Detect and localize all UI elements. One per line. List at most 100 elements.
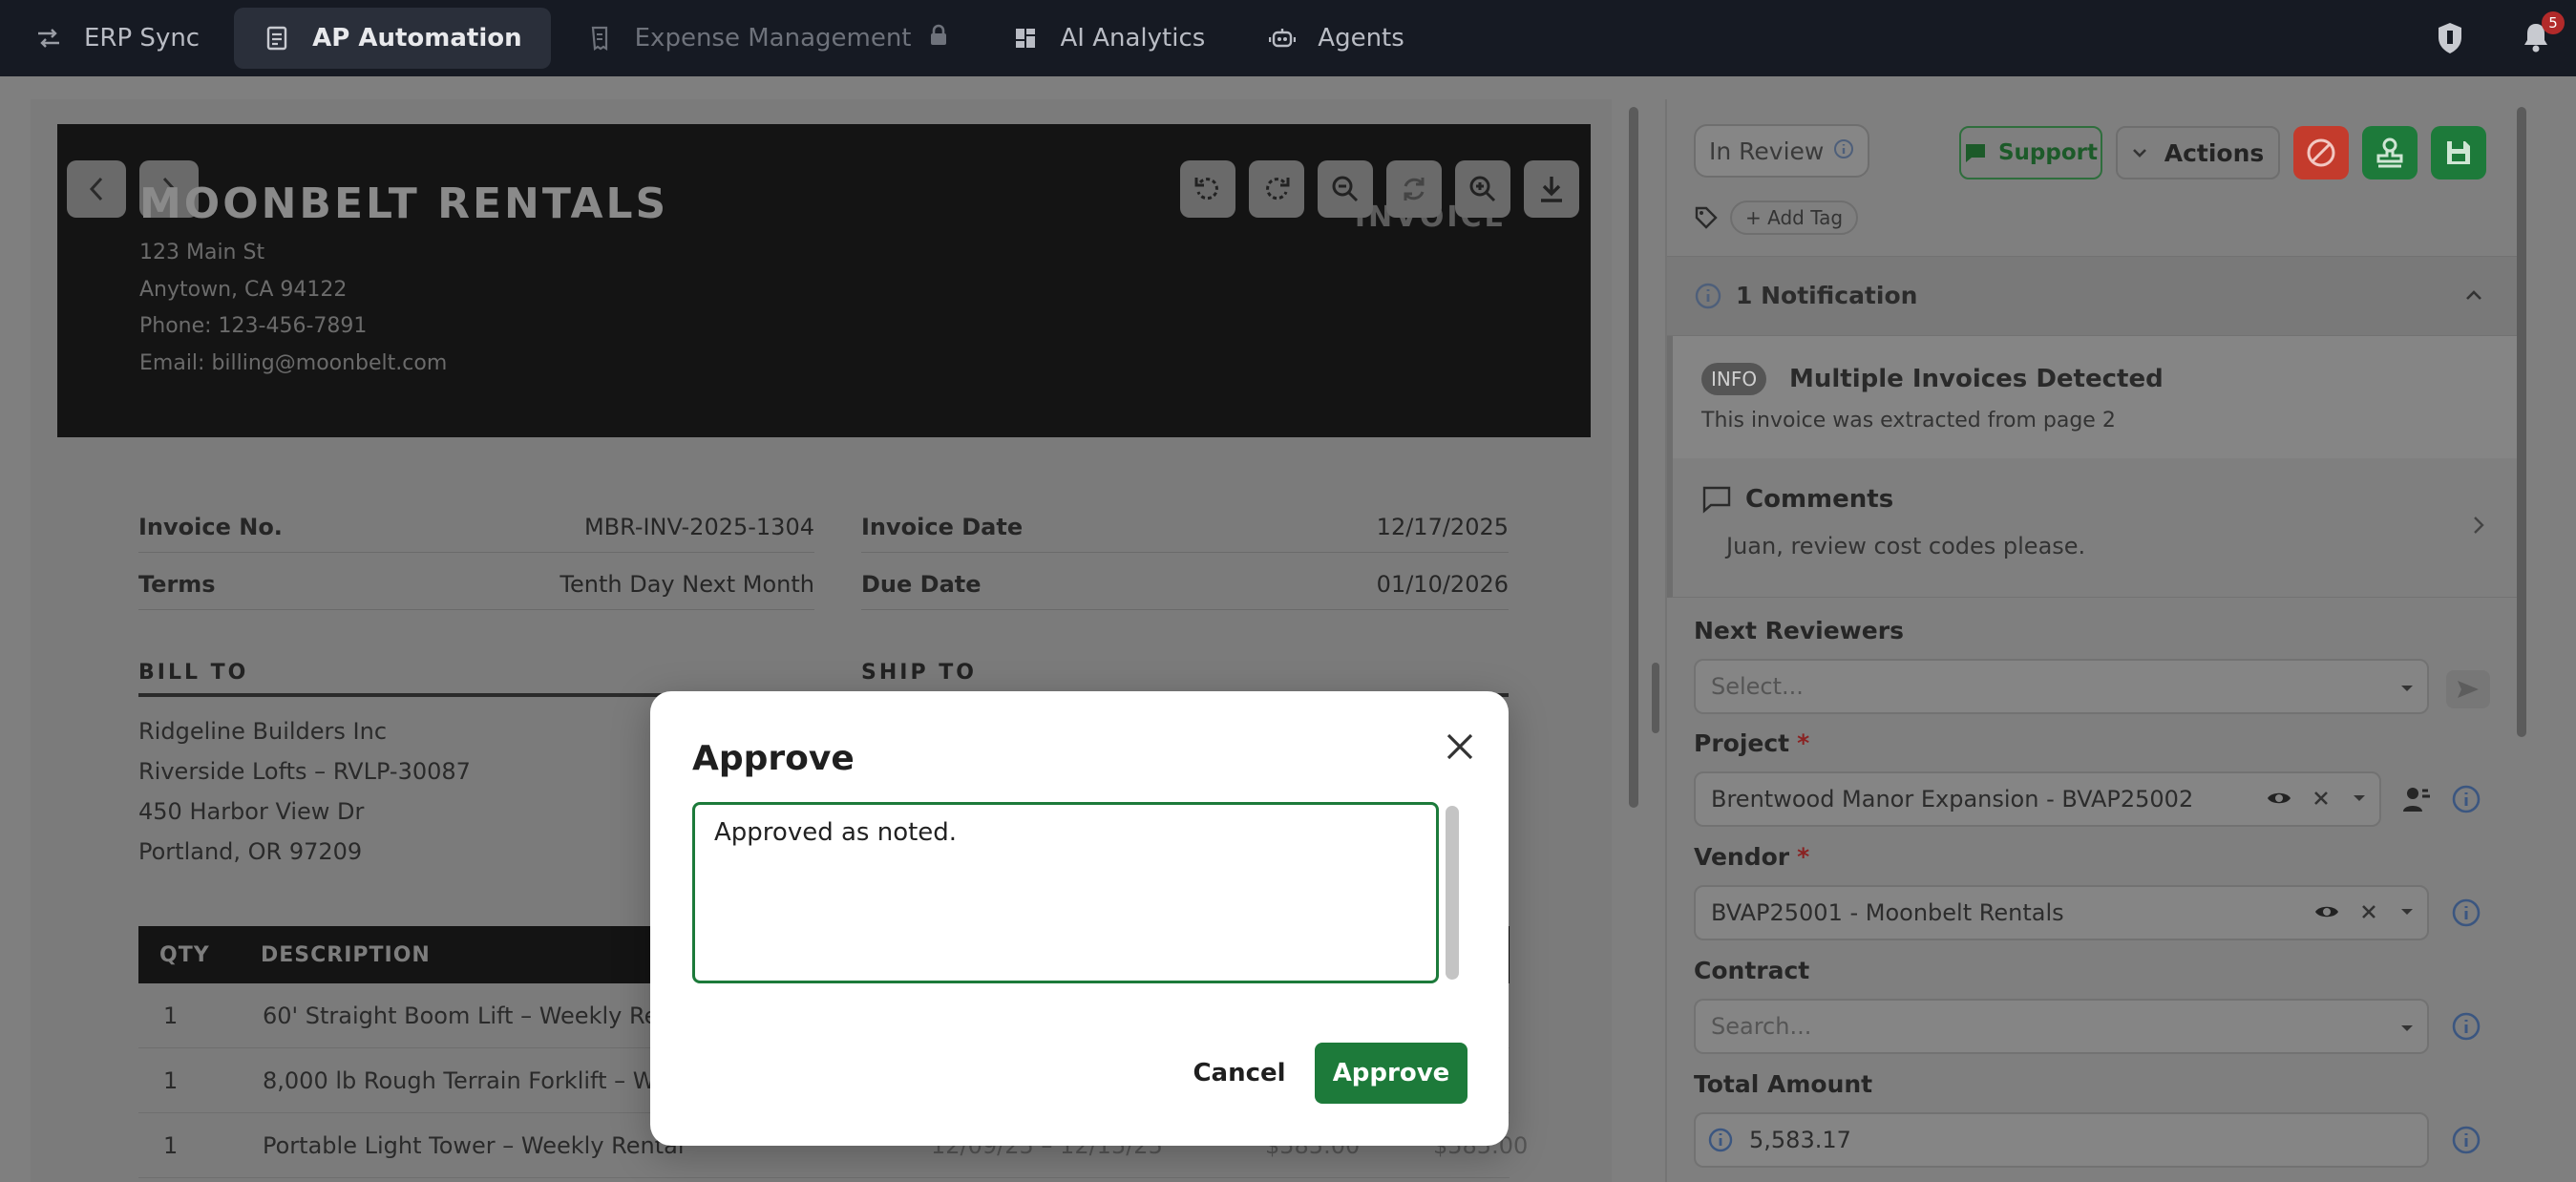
assign-user-icon[interactable] [2402, 783, 2435, 815]
zoom-out-icon [1332, 176, 1359, 202]
eye-icon[interactable] [2267, 789, 2291, 808]
notification-text: This invoice was extracted from page 2 [1701, 409, 2116, 433]
nav-tab-ai-analytics[interactable]: AI Analytics [982, 8, 1235, 69]
receipt-icon [585, 24, 614, 53]
send-icon [2458, 681, 2479, 698]
close-button[interactable] [1439, 726, 1481, 768]
approve-stamp-button[interactable] [2362, 126, 2418, 179]
vendor-info-icon[interactable] [2450, 897, 2482, 929]
caret-down-icon [2401, 686, 2413, 691]
vendor-select[interactable]: BVAP25001 - Moonbelt Rentals [1694, 885, 2429, 940]
send-to-reviewer-button[interactable] [2446, 670, 2490, 708]
next-reviewers-select[interactable]: Select... [1694, 659, 2429, 714]
zoom-out-button[interactable] [1318, 160, 1373, 218]
pane-resize-handle[interactable] [1652, 663, 1659, 733]
nav-tab-label: Agents [1318, 24, 1404, 53]
block-icon [2307, 138, 2335, 167]
chevron-right-icon [2474, 517, 2484, 534]
next-reviewers-label: Next Reviewers [1694, 617, 1904, 644]
ship-to-heading: SHIP TO [861, 661, 977, 685]
total-amount-label: Total Amount [1694, 1070, 1873, 1098]
contract-label: Contract [1694, 957, 1810, 984]
tag-row: + Add Tag [1694, 201, 1859, 235]
total-amount-field[interactable]: 5,583.17 [1694, 1112, 2429, 1168]
due-date-label: Due Date [861, 571, 982, 598]
approval-comment-input[interactable] [692, 802, 1439, 983]
shield-icon[interactable] [2435, 21, 2469, 55]
nav-tab-ap-automation[interactable]: AP Automation [234, 8, 551, 69]
rotate-right-button[interactable] [1249, 160, 1304, 218]
project-info-icon[interactable] [2450, 783, 2482, 815]
vendor-value: BVAP25001 - Moonbelt Rentals [1711, 899, 2064, 926]
bill-to-line: Portland, OR 97209 [138, 838, 363, 865]
row-qty: 1 [163, 1132, 179, 1159]
eye-icon[interactable] [2314, 902, 2339, 921]
add-tag-button[interactable]: + Add Tag [1730, 201, 1859, 235]
chevron-up-icon[interactable] [2465, 289, 2482, 301]
notifications-header[interactable]: 1 Notification [1667, 256, 2524, 336]
caret-down-icon [2401, 1025, 2413, 1031]
bill-to-line: 450 Harbor View Dr [138, 798, 365, 825]
zoom-in-button[interactable] [1455, 160, 1510, 218]
rotate-left-button[interactable] [1180, 160, 1235, 218]
due-date-value: 01/10/2026 [1376, 571, 1509, 598]
cancel-button[interactable]: Cancel [1163, 1043, 1316, 1104]
approve-dialog: Approve Cancel Approve [650, 691, 1509, 1146]
lock-icon [929, 24, 948, 53]
reject-button[interactable] [2293, 126, 2349, 179]
status-text: In Review [1709, 137, 1825, 165]
invoice-no-value: MBR-INV-2025-1304 [583, 514, 814, 540]
contract-select[interactable]: Search... [1694, 999, 2429, 1054]
dialog-title: Approve [692, 739, 855, 778]
download-button[interactable] [1524, 160, 1579, 218]
status-badge: In Review [1694, 124, 1870, 178]
row-description: 60' Straight Boom Lift – Weekly Rental [263, 1003, 703, 1029]
comment-text: Juan, review cost codes please. [1726, 533, 2086, 559]
bill-to-heading: BILL TO [138, 661, 249, 685]
clear-icon[interactable] [2360, 903, 2377, 920]
bill-to-line: Ridgeline Builders Inc [138, 718, 388, 745]
chevron-left-icon [89, 177, 103, 201]
invoice-header: MOONBELT RENTALS INVOICE 123 Main St Any… [57, 124, 1591, 437]
nav-tab-label: AI Analytics [1060, 24, 1206, 53]
caret-down-icon[interactable] [2400, 907, 2414, 917]
robot-icon [1268, 24, 1297, 53]
caret-down-icon[interactable] [2353, 793, 2366, 803]
info-icon [1695, 283, 1721, 309]
notification-title: Multiple Invoices Detected [1789, 365, 2164, 393]
chat-icon [1965, 144, 1985, 162]
comments-section[interactable]: Comments Juan, review cost codes please. [1667, 458, 2524, 598]
company-address-line: 123 Main St [139, 241, 265, 264]
panel-scrollbar[interactable] [2517, 107, 2526, 737]
rotate-left-icon [1194, 178, 1218, 201]
rotate-right-icon [1266, 178, 1290, 201]
column-header-description: DESCRIPTION [261, 943, 431, 967]
save-button[interactable] [2431, 126, 2486, 179]
vendor-label: Vendor * [1694, 843, 1810, 871]
textarea-scrollbar[interactable] [1446, 806, 1459, 980]
select-placeholder: Select... [1711, 673, 1804, 700]
project-select[interactable]: Brentwood Manor Expansion - BVAP25002 [1694, 771, 2381, 827]
reset-view-button[interactable] [1386, 160, 1442, 218]
nav-tab-erp-sync[interactable]: ERP Sync [6, 8, 228, 69]
document-scrollbar[interactable] [1629, 107, 1638, 808]
document-icon [263, 24, 291, 53]
prev-page-button[interactable] [67, 160, 126, 218]
actions-label: Actions [2164, 138, 2265, 167]
approve-button[interactable]: Approve [1315, 1043, 1467, 1104]
total-info-icon[interactable] [2450, 1124, 2482, 1156]
contract-info-icon[interactable] [2450, 1010, 2482, 1043]
actions-dropdown-button[interactable]: Actions [2116, 126, 2280, 179]
nav-tab-expense-management[interactable]: Expense Management [557, 8, 977, 69]
bell-icon[interactable]: 5 [2521, 11, 2565, 55]
nav-tab-agents[interactable]: Agents [1239, 8, 1433, 69]
row-qty: 1 [163, 1003, 179, 1029]
invoice-details-panel: In Review Support Actions + Add Tag 1 No… [1665, 99, 2524, 1182]
clear-icon[interactable] [2312, 790, 2330, 807]
support-button[interactable]: Support [1959, 126, 2102, 179]
info-icon[interactable] [1833, 137, 1854, 165]
refresh-icon [1404, 178, 1425, 201]
nav-tab-label: ERP Sync [84, 24, 201, 53]
notification-item: INFO Multiple Invoices Detected This inv… [1667, 336, 2524, 458]
terms-label: Terms [138, 571, 216, 598]
